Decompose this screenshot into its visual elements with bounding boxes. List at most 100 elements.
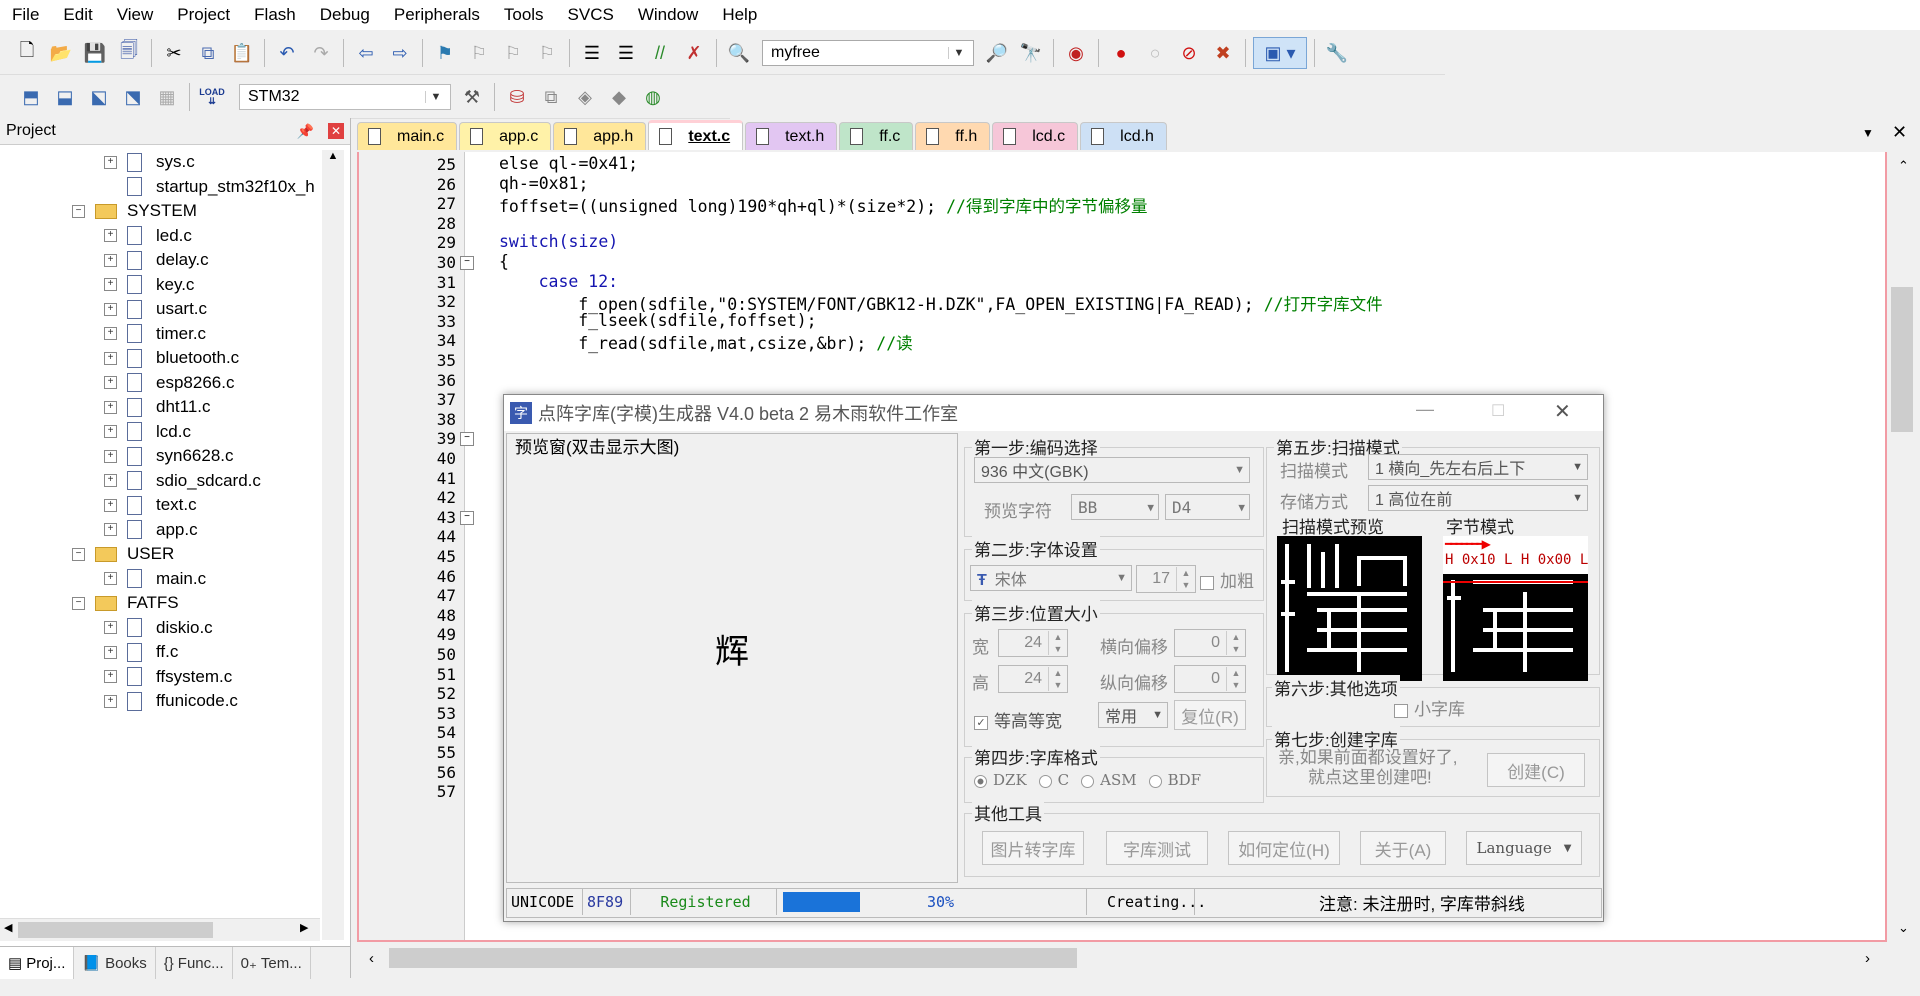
rebuild-icon[interactable]: ⬕ [84, 82, 114, 112]
small-lib-checkbox[interactable]: 小字库 [1394, 695, 1465, 720]
code-line[interactable]: case 12: [539, 272, 618, 291]
editor-horizontal-scrollbar[interactable]: ‹ › [357, 942, 1887, 978]
panel-tab-2[interactable]: {} Func... [156, 947, 233, 979]
scroll-right-icon[interactable]: ▶ [300, 921, 308, 934]
menu-tools[interactable]: Tools [492, 0, 556, 30]
editor-v-thumb[interactable] [1891, 287, 1913, 432]
tab-app-h[interactable]: app.h [553, 122, 647, 150]
width-stepper[interactable]: 24 ▲ ▼ [998, 629, 1068, 657]
menu-edit[interactable]: Edit [51, 0, 104, 30]
fold-collapse-icon[interactable]: − [460, 510, 474, 525]
collapse-icon[interactable]: − [72, 596, 85, 610]
expand-icon[interactable]: + [104, 229, 117, 242]
tab-main-c[interactable]: main.c [357, 122, 458, 150]
common-size-select[interactable]: 常用 ▼ [1098, 702, 1168, 728]
expand-icon[interactable]: + [104, 155, 117, 169]
breakpoint-icon[interactable]: ● [1106, 38, 1136, 68]
close-panel-icon[interactable]: ✕ [328, 123, 344, 139]
editor-vertical-scrollbar[interactable]: ⌃ ⌄ [1887, 152, 1920, 942]
tabs-dropdown-icon[interactable]: ▼ [1862, 126, 1874, 140]
tab-lcd-h[interactable]: lcd.h [1080, 122, 1167, 150]
menu-debug[interactable]: Debug [308, 0, 382, 30]
collapse-icon[interactable]: − [72, 547, 85, 561]
expand-icon[interactable]: + [104, 376, 117, 389]
expand-icon[interactable]: + [104, 400, 117, 414]
font-size-stepper[interactable]: 17 ▲ ▼ [1136, 565, 1196, 593]
expand-icon[interactable]: + [104, 645, 117, 659]
save-icon[interactable]: 💾 [80, 38, 110, 68]
breakpoint-kill-icon[interactable]: ✖ [1208, 38, 1238, 68]
panel-tab-3[interactable]: 0₊ Tem... [233, 947, 311, 979]
collapse-icon[interactable]: − [72, 204, 85, 218]
tab-lcd-c[interactable]: lcd.c [992, 122, 1079, 150]
tree-h-thumb[interactable] [18, 922, 213, 938]
tab-text-c[interactable]: text.c [648, 120, 744, 150]
build-icon[interactable]: ⬓ [50, 82, 80, 112]
manage-rte-icon[interactable]: ◍ [638, 82, 668, 112]
storage-select[interactable]: 1 高位在前 ▼ [1368, 485, 1588, 511]
window-layout-icon[interactable]: ▣ ▾ [1253, 37, 1307, 69]
tab-ff-c[interactable]: ff.c [839, 122, 914, 150]
expand-icon[interactable]: + [104, 253, 117, 267]
format-bdf-radio[interactable]: BDF [1148, 771, 1201, 789]
panel-tab-0[interactable]: ▤ Proj... [0, 947, 75, 979]
code-line[interactable]: switch(size) [499, 232, 618, 251]
code-line[interactable]: f_read(sdfile,mat,csize,&br); //读 [578, 330, 912, 354]
scan-mode-select[interactable]: 1 横向_先左右后上下 ▼ [1368, 454, 1588, 480]
open-folder-icon[interactable]: 📂 [46, 38, 76, 68]
expand-icon[interactable]: + [104, 278, 117, 291]
how-to-locate-button[interactable]: 如何定位(H) [1228, 831, 1340, 865]
tree-horizontal-scrollbar[interactable]: ◀ ▶ [0, 918, 320, 941]
expand-icon[interactable]: + [104, 449, 117, 463]
bookmark-prev-icon[interactable]: ⚐ [464, 38, 494, 68]
tree-vertical-scrollbar[interactable]: ▲ [322, 150, 344, 940]
breakpoint-clear-icon[interactable]: ⊘ [1174, 38, 1204, 68]
tab-text-h[interactable]: text.h [745, 122, 838, 150]
nav-forward-icon[interactable]: ⇨ [385, 38, 415, 68]
manage-env-icon[interactable]: ⧉ [536, 82, 566, 112]
copy-icon[interactable]: ⧉ [193, 38, 223, 68]
close-icon[interactable]: ✕ [1554, 399, 1571, 424]
find-icon[interactable]: 🔎 [982, 38, 1012, 68]
expand-icon[interactable]: + [104, 572, 117, 585]
menu-peripherals[interactable]: Peripherals [382, 0, 492, 30]
configure-icon[interactable]: 🔧 [1322, 38, 1352, 68]
scroll-left-icon[interactable]: ◀ [4, 921, 12, 934]
tab-app-c[interactable]: app.c [459, 122, 552, 150]
language-button[interactable]: Language ▼ [1466, 831, 1582, 865]
bookmark-next-icon[interactable]: ⚐ [498, 38, 528, 68]
fold-collapse-icon[interactable]: − [460, 432, 474, 447]
manage-packs-icon[interactable]: ◈ [570, 82, 600, 112]
scroll-left-icon[interactable]: ‹ [369, 950, 374, 967]
code-line[interactable]: else ql-=0x41; [499, 154, 638, 173]
scroll-up-icon[interactable]: ▲ [322, 150, 344, 172]
expand-icon[interactable]: + [104, 621, 117, 634]
save-all-icon[interactable]: 🗐 [114, 38, 144, 68]
scroll-down-icon[interactable]: ⌄ [1887, 920, 1920, 936]
expand-icon[interactable]: + [104, 351, 117, 365]
stop-build-icon[interactable]: ▦ [152, 82, 182, 112]
editor-h-thumb[interactable] [389, 948, 1077, 968]
expand-icon[interactable]: + [104, 694, 117, 708]
scroll-right-icon[interactable]: › [1865, 950, 1870, 967]
nav-back-icon[interactable]: ⇦ [351, 38, 381, 68]
close-editor-icon[interactable]: ✕ [1892, 122, 1907, 143]
find-in-files-icon[interactable]: 🔍 [724, 38, 754, 68]
target-options-icon[interactable]: ⚒ [457, 82, 487, 112]
new-file-icon[interactable]: 🗋 [12, 38, 42, 68]
encoding-select[interactable]: 936 中文(GBK) ▼ [974, 457, 1250, 483]
code-line[interactable]: f_lseek(sdfile,foffset); [578, 311, 816, 330]
hoffset-stepper[interactable]: 0 ▲ ▼ [1174, 629, 1246, 657]
font-test-button[interactable]: 字库测试 [1106, 831, 1208, 865]
menu-window[interactable]: Window [626, 0, 710, 30]
menu-view[interactable]: View [105, 0, 166, 30]
preview-window[interactable]: 预览窗(双击显示大图) 辉 [506, 433, 958, 883]
code-line[interactable]: foffset=((unsigned long)190*qh+ql)*(size… [499, 193, 1147, 217]
fold-collapse-icon[interactable]: − [460, 256, 474, 270]
maximize-icon[interactable]: ☐ [1491, 401, 1505, 421]
expand-icon[interactable]: + [104, 327, 117, 340]
reset-button[interactable]: 复位(R) [1174, 700, 1246, 730]
about-button[interactable]: 关于(A) [1360, 831, 1446, 865]
menu-file[interactable]: File [0, 0, 51, 30]
expand-icon[interactable]: + [104, 523, 117, 536]
